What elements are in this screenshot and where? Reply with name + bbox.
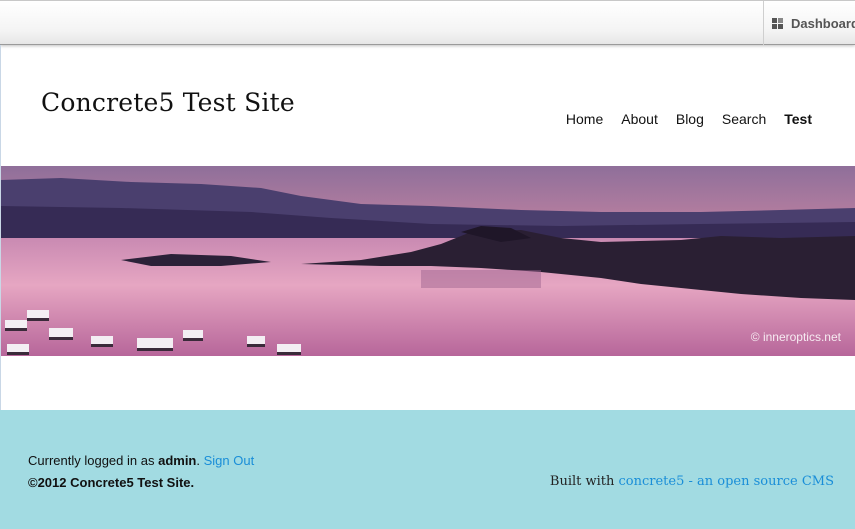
username: admin [158, 453, 197, 468]
main-nav: Home About Blog Search Test [566, 111, 812, 127]
nav-search[interactable]: Search [722, 111, 766, 127]
login-prefix: Currently logged in as [28, 453, 155, 468]
editing-toolbar: Dashboard [0, 0, 855, 45]
photo-credit: © inneroptics.net [750, 330, 841, 344]
footer: Currently logged in as admin. Sign Out ©… [0, 410, 855, 529]
concrete5-link[interactable]: concrete5 - an open source CMS [619, 474, 834, 489]
nav-home[interactable]: Home [566, 111, 603, 127]
site-title[interactable]: Concrete5 Test Site [41, 88, 295, 117]
dashboard-button[interactable]: Dashboard [763, 1, 855, 45]
lake-sunset-image [1, 166, 855, 356]
sign-out-link[interactable]: Sign Out [204, 453, 255, 468]
dashboard-label: Dashboard [791, 15, 855, 31]
nav-test[interactable]: Test [784, 111, 812, 127]
built-with: Built with concrete5 - an open source CM… [550, 474, 834, 489]
dashboard-grid-icon [772, 17, 783, 29]
nav-blog[interactable]: Blog [676, 111, 704, 127]
copyright-text: ©2012 Concrete5 Test Site. [28, 475, 195, 490]
built-with-prefix: Built with [549, 474, 615, 489]
header-banner-image: © inneroptics.net [1, 166, 855, 356]
nav-about[interactable]: About [621, 111, 658, 127]
login-status: Currently logged in as admin. Sign Out [28, 453, 255, 468]
